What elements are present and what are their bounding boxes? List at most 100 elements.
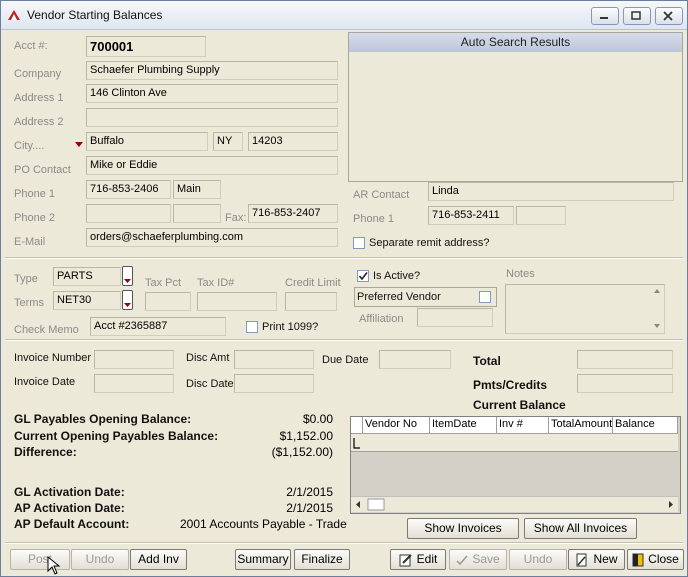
city-lookup-arrow-icon[interactable] — [75, 142, 83, 148]
company-field[interactable]: Schaefer Plumbing Supply — [86, 61, 338, 80]
disc-amt-field[interactable] — [234, 350, 314, 369]
affiliation-label: Affiliation — [359, 313, 404, 325]
scroll-arrows-icon — [654, 289, 660, 328]
maximize-button[interactable] — [623, 7, 651, 25]
show-all-invoices-button[interactable]: Show All Invoices — [524, 518, 637, 539]
ap-activation-value: 2/1/2015 — [286, 501, 333, 515]
grid-col-inv-no[interactable]: Inv # — [497, 417, 549, 434]
invoice-date-field[interactable] — [94, 374, 174, 393]
invoice-grid[interactable]: Vendor No ItemDate Inv # TotalAmount Bal… — [350, 416, 681, 514]
due-date-label: Due Date — [322, 354, 369, 366]
show-invoices-button[interactable]: Show Invoices — [407, 518, 519, 539]
tax-id-field[interactable] — [197, 292, 277, 311]
checkmark-icon — [358, 272, 368, 281]
check-memo-field[interactable]: Acct #2365887 — [90, 317, 226, 336]
po-contact-field[interactable]: Mike or Eddie — [86, 156, 338, 175]
current-opening-value: $1,152.00 — [279, 429, 333, 443]
undo-button-left[interactable]: Undo — [71, 549, 129, 570]
divider — [5, 257, 683, 259]
tax-pct-field[interactable] — [145, 292, 191, 311]
gl-activation-value: 2/1/2015 — [286, 485, 333, 499]
invoice-number-field[interactable] — [94, 350, 174, 369]
auto-search-title: Auto Search Results — [349, 33, 682, 52]
phone2-type-field[interactable] — [173, 204, 221, 223]
fax-label: Fax: — [225, 212, 247, 224]
fax-field[interactable]: 716-853-2407 — [248, 204, 338, 223]
notes-scrollbar[interactable] — [650, 285, 664, 333]
summary-button[interactable]: Summary — [235, 549, 291, 570]
gl-activation-label: GL Activation Date: — [14, 485, 125, 499]
email-label: E-Mail — [14, 236, 46, 248]
terms-label: Terms — [14, 297, 44, 309]
save-check-icon — [456, 555, 468, 565]
phone1-field[interactable]: 716-853-2406 — [86, 180, 171, 199]
undo-button-right[interactable]: Undo — [509, 549, 567, 570]
terms-field[interactable]: NET30 — [53, 291, 121, 310]
phone1-label: Phone 1 — [14, 188, 55, 200]
edit-button[interactable]: Edit — [390, 549, 446, 570]
tax-pct-label: Tax Pct — [145, 277, 182, 289]
is-active-checkbox[interactable] — [357, 270, 369, 282]
table-row[interactable] — [351, 434, 678, 452]
state-field[interactable]: NY — [213, 132, 243, 151]
close-window-button[interactable] — [655, 7, 683, 25]
grid-col-vendor-no[interactable]: Vendor No — [363, 417, 430, 434]
terms-dropdown[interactable] — [122, 290, 133, 310]
grid-col-balance[interactable]: Balance — [613, 417, 678, 434]
new-button-label: New — [593, 552, 618, 566]
phone2-field[interactable] — [86, 204, 171, 223]
preferred-vendor-label: Preferred Vendor — [357, 291, 441, 303]
due-date-field[interactable] — [379, 350, 451, 369]
current-opening-label: Current Opening Payables Balance: — [14, 429, 219, 443]
affiliation-field[interactable] — [417, 308, 493, 327]
finalize-button[interactable]: Finalize — [294, 549, 350, 570]
disc-date-field[interactable] — [234, 374, 314, 393]
dropdown-arrow-icon — [124, 279, 131, 283]
separate-remit-label: Separate remit address? — [369, 237, 490, 249]
credit-limit-field[interactable] — [285, 292, 337, 311]
print1099-checkbox[interactable] — [246, 321, 258, 333]
zip-field[interactable]: 14203 — [248, 132, 338, 151]
email-field[interactable]: orders@schaeferplumbing.com — [86, 228, 338, 247]
acct-field[interactable]: 700001 — [86, 36, 206, 57]
type-field[interactable]: PARTS — [53, 267, 121, 286]
mouse-cursor-icon — [47, 556, 61, 575]
phone1-type-field[interactable]: Main — [173, 180, 221, 199]
new-button[interactable]: New — [568, 549, 625, 570]
type-label: Type — [14, 273, 38, 285]
ap-activation-label: AP Activation Date: — [14, 501, 125, 515]
ap-default-value: 2001 Accounts Payable - Trade — [180, 517, 347, 531]
post-button[interactable]: Post — [10, 549, 70, 570]
ap-default-label: AP Default Account: — [14, 517, 130, 531]
disc-amt-label: Disc Amt — [186, 352, 230, 364]
grid-col-total-amount[interactable]: TotalAmount — [549, 417, 613, 434]
separate-remit-checkbox[interactable] — [353, 237, 365, 249]
ar-phone1-field[interactable]: 716-853-2411 — [428, 206, 514, 225]
save-button[interactable]: Save — [449, 549, 507, 570]
close-button[interactable]: Close — [627, 549, 684, 570]
scroll-arrows-icon — [356, 498, 673, 511]
gl-opening-label: GL Payables Opening Balance: — [14, 412, 192, 426]
address1-field[interactable]: 146 Clinton Ave — [86, 84, 338, 103]
po-contact-label: PO Contact — [14, 164, 71, 176]
ar-phone1-ext-field[interactable] — [516, 206, 566, 225]
grid-col-item-date[interactable]: ItemDate — [430, 417, 497, 434]
auto-search-panel: Auto Search Results — [348, 32, 683, 182]
address2-field[interactable] — [86, 108, 338, 127]
add-inv-button[interactable]: Add Inv — [130, 549, 187, 570]
grid-corner — [351, 417, 363, 434]
city-field[interactable]: Buffalo — [86, 132, 208, 151]
ar-contact-field[interactable]: Linda — [428, 182, 674, 201]
dropdown-arrow-icon — [124, 303, 131, 307]
maximize-icon — [631, 11, 641, 20]
close-icon — [663, 11, 673, 21]
grid-hscrollbar[interactable] — [351, 496, 678, 512]
type-dropdown[interactable] — [122, 266, 133, 286]
invoice-date-label: Invoice Date — [14, 376, 76, 388]
notes-field[interactable] — [505, 284, 665, 334]
address1-label: Address 1 — [14, 92, 64, 104]
minimize-button[interactable] — [591, 7, 619, 25]
app-icon — [8, 10, 20, 20]
invoice-number-label: Invoice Number — [14, 352, 92, 364]
preferred-vendor-checkbox[interactable] — [479, 291, 491, 303]
